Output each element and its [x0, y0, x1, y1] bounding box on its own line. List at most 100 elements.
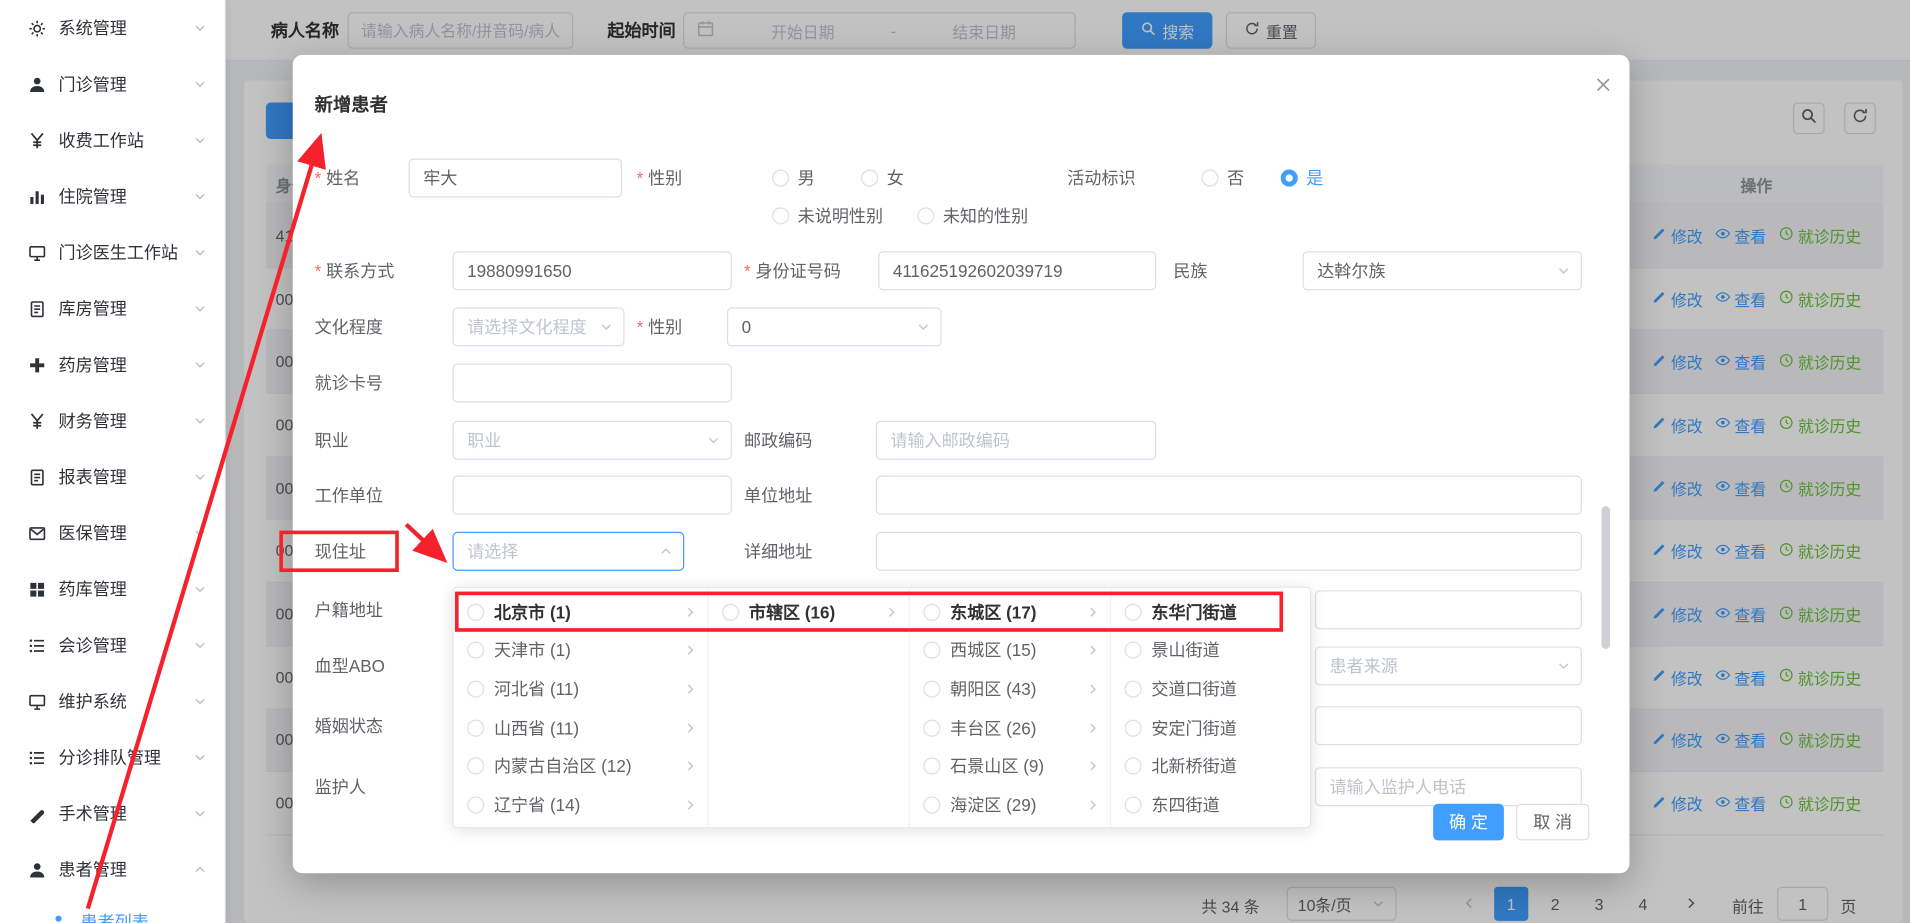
cascader-option[interactable]: 辽宁省 (14) [454, 785, 708, 824]
chevron-down-icon [193, 470, 208, 485]
chevron-down-icon [193, 750, 208, 765]
sidebar-item[interactable]: 药房管理 [0, 337, 224, 393]
sidebar-item-icon [27, 748, 47, 768]
id-number-input[interactable] [878, 251, 1156, 290]
chevron-right-icon [1086, 682, 1101, 697]
visit-card-input[interactable] [453, 363, 732, 402]
active-flag-radio-no[interactable]: 否 [1201, 166, 1244, 190]
radio-icon [467, 796, 484, 813]
name-input[interactable] [409, 159, 622, 198]
cascader-option[interactable]: 西城区 (15) [910, 631, 1110, 670]
gender2-select[interactable]: 0 [727, 307, 942, 346]
app-root: 病人名称 起始时间 开始日期 - 结束日期 搜索 重置 + [0, 0, 1910, 923]
radio-icon [923, 604, 940, 621]
sidebar-item[interactable]: 手术管理 [0, 785, 224, 841]
radio-icon [467, 681, 484, 698]
close-icon[interactable] [1590, 72, 1614, 96]
cascader-option[interactable]: 内蒙古自治区 (12) [454, 747, 708, 786]
sidebar-item[interactable]: 财务管理 [0, 393, 224, 449]
cascader-option[interactable]: 景山街道 [1111, 631, 1311, 670]
radio-icon [861, 170, 878, 187]
gender-radio-unknown[interactable]: 未知的性别 [917, 204, 1028, 228]
sidebar-item-icon [27, 411, 47, 431]
chevron-down-icon [193, 357, 208, 372]
cascader-option[interactable]: 东华门街道 [1111, 593, 1311, 632]
radio-icon [1125, 642, 1142, 659]
sidebar-item[interactable]: 系统管理 [0, 0, 224, 56]
current-address-cascader[interactable]: 请选择 [453, 532, 685, 571]
sidebar-item-icon [27, 243, 47, 263]
cascader-option[interactable]: 东城区 (17) [910, 593, 1110, 632]
education-label: 文化程度 [315, 307, 383, 346]
chevron-down-icon [193, 582, 208, 597]
radio-icon [923, 758, 940, 775]
marital-row-input[interactable] [1315, 706, 1582, 745]
sidebar-item-label: 药房管理 [59, 352, 181, 376]
detail-address-input[interactable] [876, 532, 1582, 571]
radio-icon [917, 207, 934, 224]
cascader-option[interactable]: 山西省 (11) [454, 708, 708, 747]
cascader-option[interactable]: 朝阳区 (43) [910, 670, 1110, 709]
sidebar-item-patient-list[interactable]: 患者列表 [0, 898, 224, 923]
cascader-option[interactable]: 河北省 (11) [454, 670, 708, 709]
sidebar-item-icon [27, 692, 47, 712]
modal-scrollbar[interactable] [1601, 506, 1610, 649]
sidebar-item-icon [27, 187, 47, 207]
sidebar-item[interactable]: 会诊管理 [0, 617, 224, 673]
sidebar-item[interactable]: 报表管理 [0, 449, 224, 505]
household-address-input[interactable] [1315, 590, 1582, 629]
sidebar-item[interactable]: 门诊医生工作站 [0, 224, 224, 280]
gender-radio-unstated[interactable]: 未说明性别 [772, 204, 883, 228]
cascader-option[interactable]: 东四街道 [1111, 785, 1311, 824]
guardian-phone-input[interactable] [1315, 767, 1582, 806]
cascader-option[interactable]: 交道口街道 [1111, 670, 1311, 709]
radio-icon [772, 170, 789, 187]
sidebar-item-icon [27, 299, 47, 319]
cascader-option[interactable]: 天津市 (1) [454, 631, 708, 670]
chevron-down-icon [193, 21, 208, 36]
cascader-option[interactable]: 北新桥街道 [1111, 747, 1311, 786]
active-flag-radio-yes[interactable]: 是 [1281, 166, 1324, 190]
sidebar-item-label: 报表管理 [59, 465, 181, 489]
cascader-option[interactable]: 丰台区 (26) [910, 708, 1110, 747]
sidebar-item[interactable]: 医保管理 [0, 505, 224, 561]
patient-source-select[interactable]: 患者来源 [1315, 646, 1582, 685]
cascader-option[interactable]: 北京市 (1) [454, 593, 708, 632]
cascader-option[interactable]: 安定门街道 [1111, 708, 1311, 747]
education-select[interactable]: 请选择文化程度 [453, 307, 625, 346]
cascader-option[interactable]: 石景山区 (9) [910, 747, 1110, 786]
gender-radio-female[interactable]: 女 [861, 166, 904, 190]
radio-icon [722, 604, 739, 621]
chevron-down-icon [193, 77, 208, 92]
cascader-option[interactable]: 市辖区 (16) [709, 593, 909, 632]
contact-input[interactable] [453, 251, 732, 290]
sidebar-item[interactable]: 分诊排队管理 [0, 729, 224, 785]
sidebar-item[interactable]: 收费工作站 [0, 112, 224, 168]
sidebar-item[interactable]: 维护系统 [0, 673, 224, 729]
sidebar-item[interactable]: 门诊管理 [0, 56, 224, 112]
sidebar-item[interactable]: 住院管理 [0, 168, 224, 224]
sidebar-item[interactable]: 药库管理 [0, 561, 224, 617]
work-unit-input[interactable] [453, 476, 732, 515]
occupation-select[interactable]: 职业 [453, 421, 732, 460]
unit-address-input[interactable] [876, 476, 1582, 515]
cascader-option[interactable]: 海淀区 (29) [910, 785, 1110, 824]
gender-radio-male[interactable]: 男 [772, 166, 815, 190]
ethnicity-select[interactable]: 达斡尔族 [1303, 251, 1582, 290]
sidebar-item[interactable]: 患者管理 [0, 842, 224, 898]
radio-icon [1281, 170, 1298, 187]
sidebar-item-icon [27, 635, 47, 655]
active-flag-label: 活动标识 [1067, 159, 1135, 198]
sidebar-item-label: 门诊医生工作站 [59, 240, 181, 264]
radio-icon [467, 719, 484, 736]
radio-icon [467, 758, 484, 775]
cancel-button[interactable]: 取 消 [1516, 804, 1589, 841]
radio-icon [772, 207, 789, 224]
chevron-down-icon [193, 245, 208, 260]
postal-input[interactable] [876, 421, 1157, 460]
radio-icon [1125, 796, 1142, 813]
cascader-city-column: 市辖区 (16) [709, 588, 910, 827]
sidebar-item-label: 医保管理 [59, 521, 181, 545]
confirm-button[interactable]: 确 定 [1433, 804, 1504, 841]
sidebar-item[interactable]: 库房管理 [0, 281, 224, 337]
